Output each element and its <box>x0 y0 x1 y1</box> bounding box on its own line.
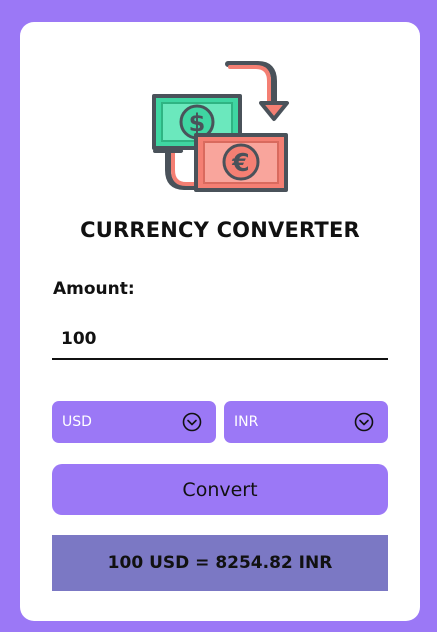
converter-card: $ € CURRENCY CONVERTER Amount: USD INR C… <box>20 22 420 621</box>
from-currency-select[interactable]: USD <box>52 401 216 443</box>
from-currency-value: USD <box>62 414 92 430</box>
chevron-down-circle-icon <box>354 412 374 432</box>
page-title: CURRENCY CONVERTER <box>80 218 360 242</box>
to-currency-select[interactable]: INR <box>224 401 388 443</box>
conversion-result: 100 USD = 8254.82 INR <box>52 535 388 591</box>
to-currency-value: INR <box>234 414 259 430</box>
convert-button[interactable]: Convert <box>52 464 388 515</box>
amount-label: Amount: <box>53 279 135 299</box>
chevron-down-circle-icon <box>182 412 202 432</box>
dollar-symbol: $ <box>189 109 206 137</box>
amount-input[interactable] <box>52 320 388 360</box>
euro-symbol: € <box>231 148 249 177</box>
currency-exchange-icon: $ € <box>152 61 289 192</box>
